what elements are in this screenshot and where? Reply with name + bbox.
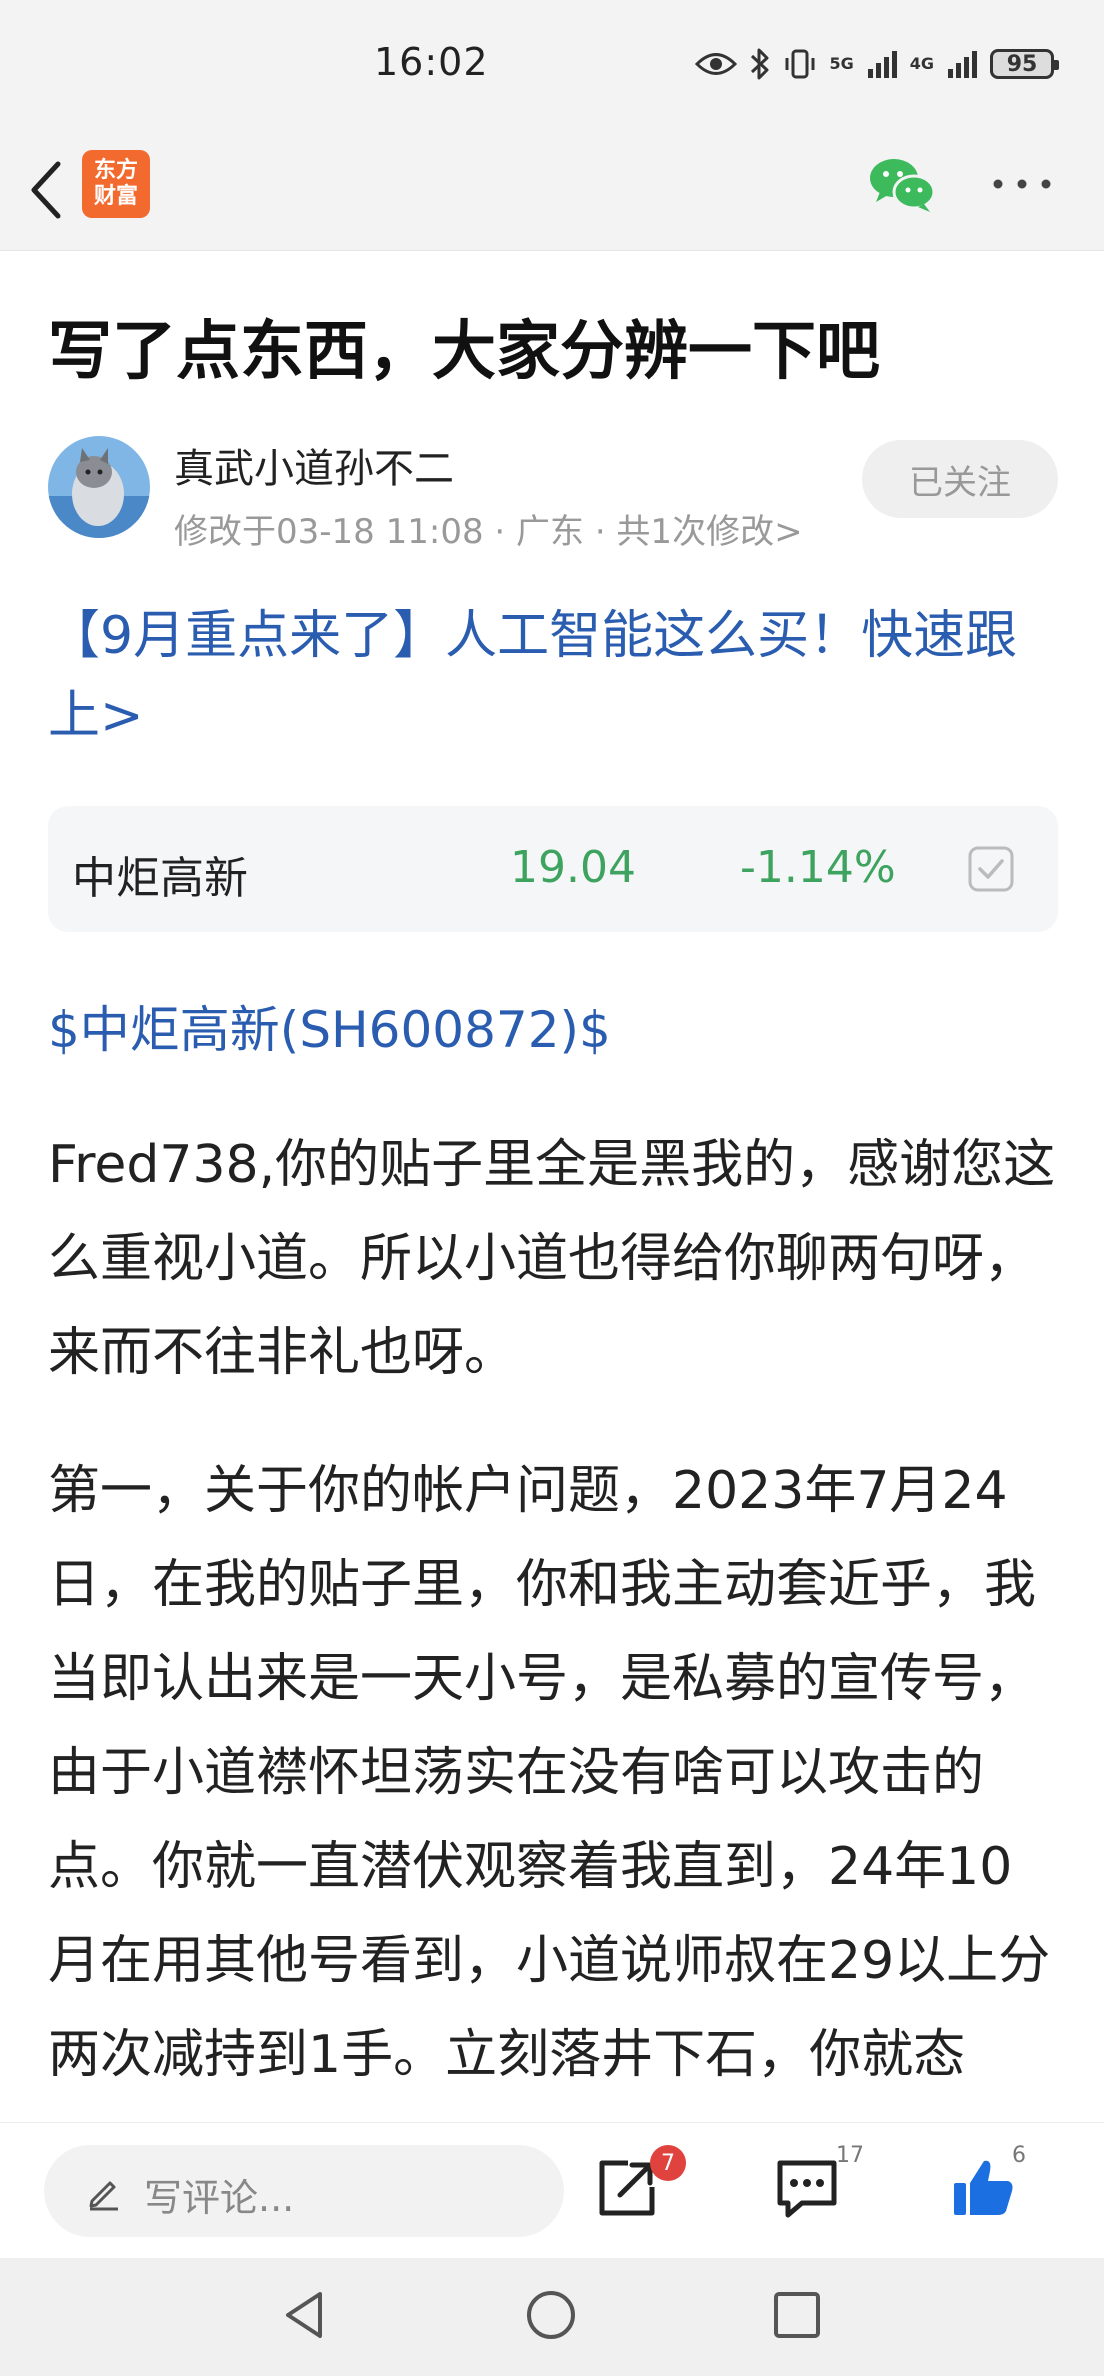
more-options-icon[interactable] xyxy=(990,176,1054,192)
promo-link[interactable]: 【9月重点来了】人工智能这么买！快速跟上> xyxy=(48,596,1058,756)
system-navigation-bar xyxy=(0,2258,1104,2376)
stock-change-percent: -1.14% xyxy=(740,842,896,893)
stock-price: 19.04 xyxy=(510,842,636,893)
comments-count: 17 xyxy=(836,2143,864,2168)
article-paragraph: Fred738,你的贴子里全是黑我的，感谢您这么重视小道。所以小道也得给你聊两句… xyxy=(48,1135,1056,1383)
status-bar: 16:02 5G 4G 95 xyxy=(0,0,1104,130)
comment-placeholder: 写评论... xyxy=(144,2176,295,2220)
back-arrow-icon[interactable] xyxy=(24,156,72,224)
nav-home-circle-icon[interactable] xyxy=(524,2288,578,2342)
status-time: 16:02 xyxy=(374,40,489,84)
battery-indicator: 95 xyxy=(990,49,1059,79)
signal-4g-icon xyxy=(948,51,977,78)
wechat-share-icon[interactable] xyxy=(868,156,936,214)
bottom-action-bar: 写评论... 7 17 6 xyxy=(0,2122,1104,2259)
thumbs-up-icon[interactable] xyxy=(948,2153,1018,2223)
battery-level: 95 xyxy=(1006,51,1038,77)
stock-quote-card[interactable]: 中炬高新 19.04 -1.14% xyxy=(48,806,1058,932)
network-4g-label: 4G xyxy=(909,54,934,73)
app-logo: 东方 财富 xyxy=(82,150,150,218)
vibrate-icon xyxy=(785,49,815,79)
stock-tag-link[interactable]: $中炬高新(SH600872)$ xyxy=(48,990,611,1062)
comments-icon[interactable] xyxy=(772,2153,842,2223)
app-logo-line2: 财富 xyxy=(93,184,138,209)
article-paragraph: 第一，关于你的帐户问题，2023年7月24日，在我的贴子里，你和我主动套近乎，我… xyxy=(48,1461,1051,2085)
author-name[interactable]: 真武小道孙不二 xyxy=(174,436,454,494)
likes-count: 6 xyxy=(1012,2143,1026,2168)
eye-icon xyxy=(695,53,738,75)
signal-5g-icon xyxy=(867,51,897,78)
nav-recents-square-icon[interactable] xyxy=(770,2288,824,2342)
network-5g-label: 5G xyxy=(829,54,854,73)
follow-button[interactable]: 已关注 xyxy=(862,440,1058,518)
pencil-icon xyxy=(89,2181,118,2211)
app-logo-line1: 东方 xyxy=(93,158,138,183)
add-to-watchlist-checkbox-icon[interactable] xyxy=(968,846,1014,892)
article-title: 写了点东西，大家分辨一下吧 xyxy=(48,315,880,389)
comment-input[interactable]: 写评论... xyxy=(44,2145,564,2237)
stock-name: 中炬高新 xyxy=(72,853,248,904)
bluetooth-icon xyxy=(751,48,769,80)
top-navbar: 东方 财富 xyxy=(0,130,1104,251)
share-count-badge: 7 xyxy=(650,2145,686,2181)
author-avatar[interactable] xyxy=(48,436,150,538)
status-icons: 5G 4G 95 xyxy=(695,44,1059,84)
post-meta[interactable]: 修改于03-18 11:08 · 广东 · 共1次修改> xyxy=(174,504,803,553)
nav-back-triangle-icon[interactable] xyxy=(278,2288,332,2342)
